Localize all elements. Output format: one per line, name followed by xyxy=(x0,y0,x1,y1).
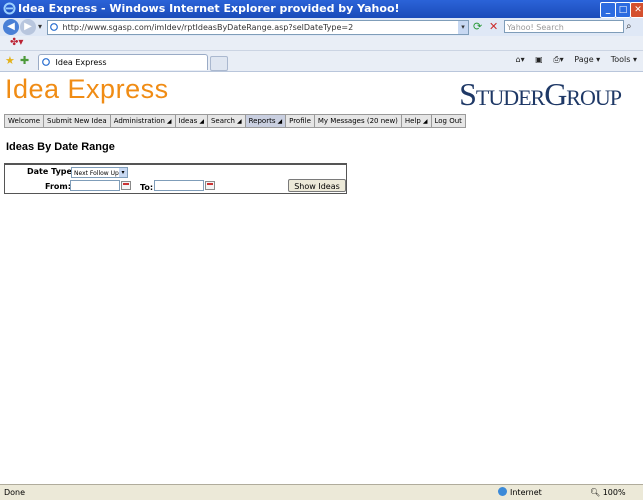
print-icon[interactable]: ⎙▾ xyxy=(553,55,563,64)
studer-group-logo: StuderGroup xyxy=(459,76,622,112)
minimize-button[interactable]: _ xyxy=(600,2,616,18)
main-menu: Welcome Submit New Idea Administration ◢ … xyxy=(4,114,466,128)
menu-log-out[interactable]: Log Out xyxy=(432,115,465,127)
forward-button[interactable]: ▶ xyxy=(20,19,36,35)
submenu-arrow-icon: ◢ xyxy=(422,118,428,125)
window-title: Idea Express - Windows Internet Explorer… xyxy=(18,2,400,15)
zoom-value: 100% xyxy=(602,488,626,497)
url-dropdown-icon[interactable]: ▾ xyxy=(458,21,468,34)
refresh-icon[interactable]: ⟳ xyxy=(473,21,486,33)
submenu-arrow-icon: ◢ xyxy=(199,118,204,125)
tab-row: ★ ✚ Idea Express ⌂▾ ▣ ⎙▾ Page ▾ Tools ▾ xyxy=(0,51,643,72)
to-calendar-icon[interactable] xyxy=(205,181,215,190)
idea-express-logo: Idea Express xyxy=(5,74,169,104)
window-titlebar: Idea Express - Windows Internet Explorer… xyxy=(0,0,643,18)
date-type-select[interactable]: Next Follow Up ▾ xyxy=(71,167,128,178)
url-text: http://www.sgasp.com/imIdev/rptIdeasByDa… xyxy=(62,23,354,32)
submenu-arrow-icon: ◢ xyxy=(166,118,172,125)
tab-label: Idea Express xyxy=(55,58,107,67)
tools-menu[interactable]: Tools ▾ xyxy=(611,55,637,64)
menu-welcome[interactable]: Welcome xyxy=(5,115,45,127)
menu-help[interactable]: Help ◢ xyxy=(402,115,432,127)
submenu-arrow-icon: ◢ xyxy=(237,118,242,125)
feeds-icon[interactable]: ▣ xyxy=(535,55,543,64)
favorites-star-icon[interactable]: ★ xyxy=(5,54,15,67)
menu-my-messages[interactable]: My Messages (20 new) xyxy=(315,115,402,127)
command-bar: ⌂▾ ▣ ⎙▾ Page ▾ Tools ▾ xyxy=(508,55,637,65)
tab-idea-express[interactable]: Idea Express xyxy=(38,54,208,70)
to-date-field[interactable] xyxy=(154,180,204,191)
menu-profile[interactable]: Profile xyxy=(286,115,315,127)
menu-reports[interactable]: Reports ◢ xyxy=(245,115,287,127)
maximize-button[interactable]: □ xyxy=(615,2,631,18)
zoom-level[interactable]: 🔍︎ 100% xyxy=(590,485,626,500)
toolbar-addon-icon[interactable]: ✤▾ xyxy=(10,37,23,48)
back-button[interactable]: ◀ xyxy=(3,19,19,35)
ie-logo-icon xyxy=(3,2,16,15)
date-type-value: Next Follow Up xyxy=(74,170,119,177)
tab-page-icon xyxy=(42,58,50,66)
date-range-form: Date Type: Next Follow Up ▾ From: To: Sh… xyxy=(4,163,347,194)
submenu-arrow-icon: ◢ xyxy=(277,118,283,125)
new-tab-button[interactable] xyxy=(210,56,228,71)
to-label: To: xyxy=(140,183,154,192)
globe-icon xyxy=(498,487,507,496)
search-icon[interactable]: ⌕ xyxy=(626,21,638,33)
history-dropdown-icon[interactable]: ▾ xyxy=(38,22,42,31)
security-zone: Internet xyxy=(498,485,542,500)
from-date-field[interactable] xyxy=(70,180,120,191)
page-content: Idea Express StuderGroup Welcome Submit … xyxy=(0,72,643,484)
from-label: From: xyxy=(45,182,71,191)
page-icon xyxy=(50,23,58,31)
menu-search[interactable]: Search ◢ xyxy=(208,115,246,127)
close-button[interactable]: ✕ xyxy=(630,2,643,18)
zone-label: Internet xyxy=(510,488,542,497)
menu-submit-new-idea[interactable]: Submit New Idea xyxy=(44,115,111,127)
add-favorites-icon[interactable]: ✚ xyxy=(20,54,29,67)
address-bar: ◀ ▶ ▾ http://www.sgasp.com/imIdev/rptIde… xyxy=(0,18,643,36)
menu-administration[interactable]: Administration ◢ xyxy=(111,115,176,127)
search-input[interactable]: Yahoo! Search xyxy=(504,20,624,33)
links-toolbar: ✤▾ xyxy=(0,36,643,51)
menu-ideas[interactable]: Ideas ◢ xyxy=(176,115,208,127)
chevron-down-icon[interactable]: ▾ xyxy=(119,168,127,177)
zoom-icon: 🔍︎ xyxy=(590,488,603,497)
stop-icon[interactable]: ✕ xyxy=(489,21,502,33)
status-text: Done xyxy=(4,488,26,497)
status-bar: Done Internet 🔍︎ 100% xyxy=(0,484,643,500)
home-icon[interactable]: ⌂▾ xyxy=(516,55,525,64)
page-menu[interactable]: Page ▾ xyxy=(574,55,600,64)
show-ideas-button[interactable]: Show Ideas xyxy=(288,179,346,192)
from-calendar-icon[interactable] xyxy=(121,181,131,190)
page-title: Ideas By Date Range xyxy=(6,141,115,153)
url-field[interactable]: http://www.sgasp.com/imIdev/rptIdeasByDa… xyxy=(47,20,469,35)
date-type-label: Date Type: xyxy=(27,167,76,176)
